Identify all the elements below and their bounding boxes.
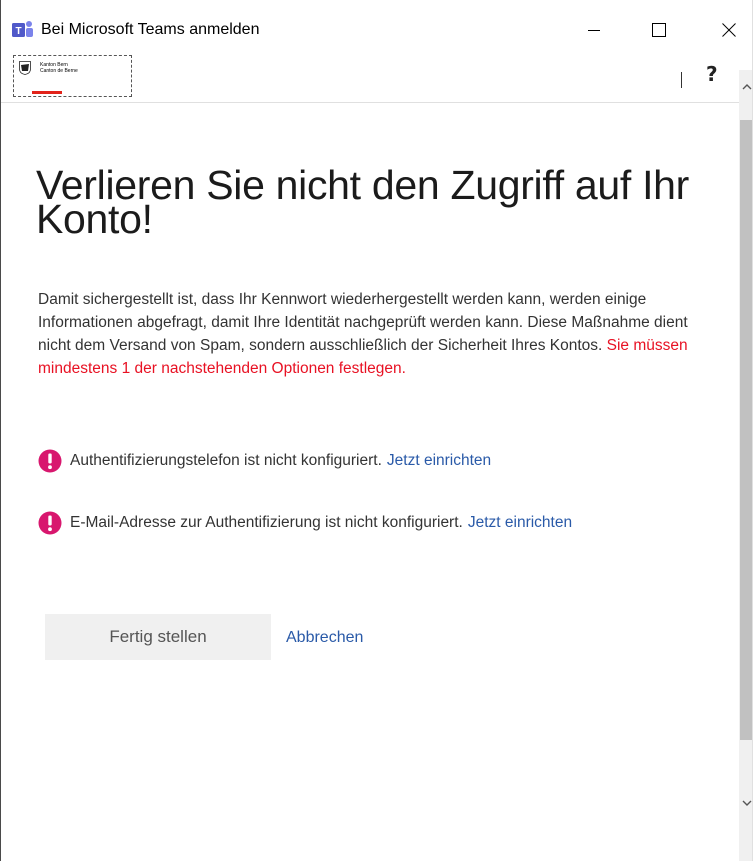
sign-in-window: T Bei Microsoft Teams anmelden Kanton Be… [0,0,753,861]
logo-line-2: Canton de Berne [40,68,78,74]
header-separator [681,72,682,88]
maximize-button[interactable] [636,10,682,50]
close-icon [722,23,736,37]
help-button[interactable]: ? [706,62,718,86]
vertical-scrollbar[interactable] [739,70,752,861]
email-status-text: E-Mail-Adresse zur Authentifizierung ist… [70,514,463,531]
finish-button[interactable]: Fertig stellen [45,614,271,660]
chevron-down-icon [742,800,751,806]
cancel-link[interactable]: Abbrechen [286,629,363,647]
close-button[interactable] [706,10,752,50]
intro-description: Damit sichergestellt ist, dass Ihr Kennw… [38,291,688,354]
page-title: Verlieren Sie nicht den Zugriff auf Ihr … [36,162,690,242]
alert-icon [38,511,62,535]
logo-accent-line [32,91,62,94]
scroll-thumb[interactable] [740,120,752,740]
email-status-row: E-Mail-Adresse zur Authentifizierung ist… [38,511,572,535]
setup-email-link[interactable]: Jetzt einrichten [468,514,572,532]
maximize-icon [652,23,666,37]
setup-phone-link[interactable]: Jetzt einrichten [387,452,491,470]
window-title: Bei Microsoft Teams anmelden [41,21,260,38]
phone-status-row: Authentifizierungstelefon ist nicht konf… [38,449,491,473]
scroll-down-button[interactable] [739,794,752,812]
intro-text: Damit sichergestellt ist, dass Ihr Kennw… [38,288,698,380]
alert-icon [38,449,62,473]
title-bar: T Bei Microsoft Teams anmelden [1,0,752,54]
svg-text:T: T [15,26,21,37]
scroll-up-button[interactable] [739,78,752,96]
organization-logo: Kanton Bern Canton de Berne [13,55,132,97]
minimize-icon [588,30,600,31]
phone-status-text: Authentifizierungstelefon ist nicht konf… [70,452,382,469]
teams-icon: T [12,21,33,37]
minimize-button[interactable] [571,10,617,50]
header-divider [1,102,739,103]
bern-coat-of-arms-icon [19,61,31,75]
chevron-up-icon [742,84,751,90]
